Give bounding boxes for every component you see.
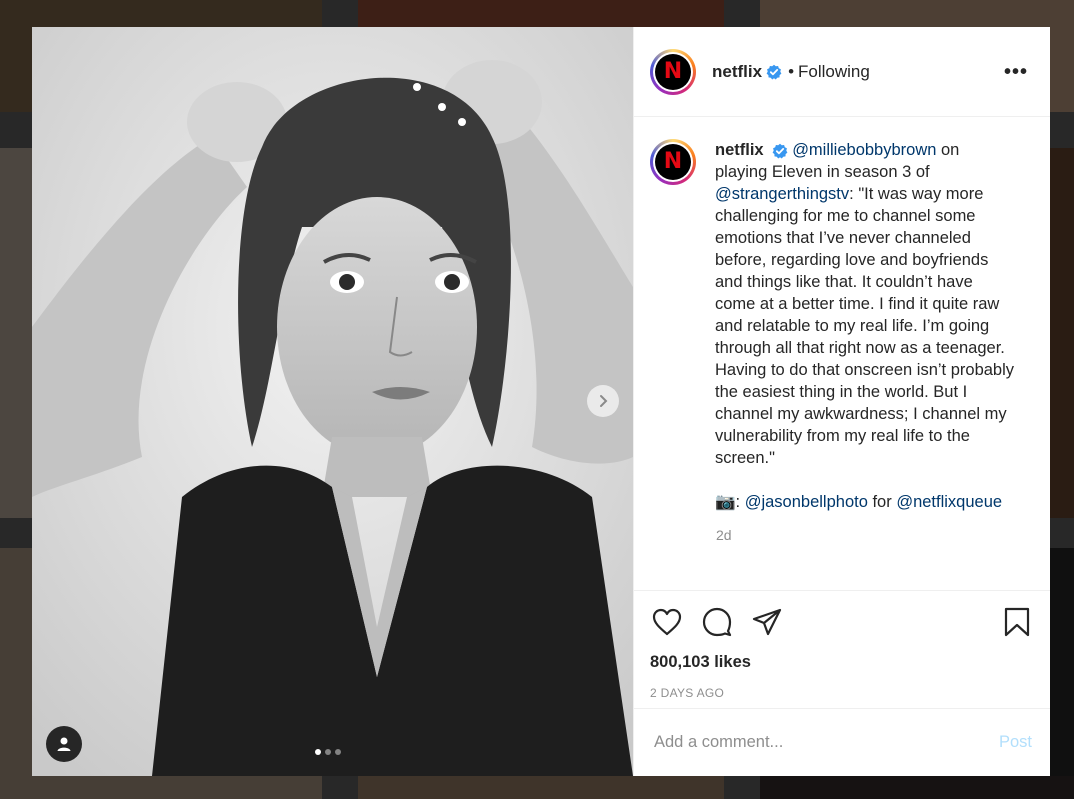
mention-link[interactable]: @jasonbellphoto bbox=[745, 493, 868, 511]
caption-timestamp[interactable]: 2d bbox=[716, 527, 1034, 543]
actions-section: 800,103 likes 2 DAYS AGO bbox=[634, 590, 1050, 708]
caption-fragment: : bbox=[735, 493, 745, 511]
carousel-dot bbox=[325, 749, 331, 755]
caption-section: N netflix @milliebobbybrown on playing E… bbox=[634, 117, 1050, 590]
share-button[interactable] bbox=[750, 605, 784, 639]
comment-input[interactable] bbox=[654, 733, 999, 752]
header-username[interactable]: netflix bbox=[712, 62, 762, 82]
following-button[interactable]: Following bbox=[798, 62, 870, 82]
comment-composer: Post bbox=[634, 708, 1050, 776]
chevron-right-icon bbox=[600, 395, 608, 407]
mention-link[interactable]: @strangerthingstv bbox=[715, 185, 849, 203]
likes-count[interactable]: 800,103 likes bbox=[650, 653, 1034, 672]
like-button[interactable] bbox=[650, 605, 684, 639]
camera-emoji-icon: 📷 bbox=[715, 493, 736, 511]
more-options-button[interactable]: ••• bbox=[998, 62, 1034, 82]
post-photo bbox=[32, 27, 633, 776]
caption-fragment: : "It was way more challenging for me to… bbox=[715, 185, 1015, 467]
caption-row: N netflix @milliebobbybrown on playing E… bbox=[650, 139, 1034, 513]
save-button[interactable] bbox=[1000, 605, 1034, 639]
verified-badge-icon bbox=[772, 143, 788, 159]
post-date[interactable]: 2 DAYS AGO bbox=[650, 686, 1034, 700]
verified-badge-icon bbox=[766, 64, 782, 79]
bookmark-icon bbox=[1004, 607, 1030, 637]
post-header: N netflix • Following ••• bbox=[634, 27, 1050, 117]
carousel-dot bbox=[335, 749, 341, 755]
comment-icon bbox=[702, 607, 732, 637]
caption-avatar[interactable]: N bbox=[650, 139, 696, 185]
post-modal: N netflix • Following ••• N netflix @mil… bbox=[32, 27, 1050, 776]
caption-text: netflix @milliebobbybrown on playing Ele… bbox=[715, 139, 1015, 513]
caption-username[interactable]: netflix bbox=[715, 141, 764, 159]
netflix-logo: N bbox=[663, 149, 683, 174]
caption-fragment: for bbox=[867, 493, 897, 511]
action-icons-row bbox=[650, 605, 1034, 639]
next-image-button[interactable] bbox=[587, 385, 619, 417]
mention-link[interactable]: @milliebobbybrown bbox=[792, 141, 936, 159]
mention-link[interactable]: @netflixqueue bbox=[896, 493, 1002, 511]
header-separator: • bbox=[788, 61, 795, 81]
carousel-dot-active bbox=[315, 749, 321, 755]
share-icon bbox=[752, 608, 782, 636]
heart-icon bbox=[652, 608, 682, 636]
post-sidebar: N netflix • Following ••• N netflix @mil… bbox=[633, 27, 1050, 776]
comment-button[interactable] bbox=[700, 605, 734, 639]
avatar[interactable]: N bbox=[650, 48, 696, 95]
user-icon bbox=[57, 737, 71, 751]
carousel-indicator bbox=[315, 749, 341, 755]
post-comment-button[interactable]: Post bbox=[999, 733, 1032, 752]
netflix-logo: N bbox=[663, 58, 683, 84]
post-media[interactable] bbox=[32, 27, 633, 776]
tagged-users-button[interactable] bbox=[46, 726, 82, 762]
